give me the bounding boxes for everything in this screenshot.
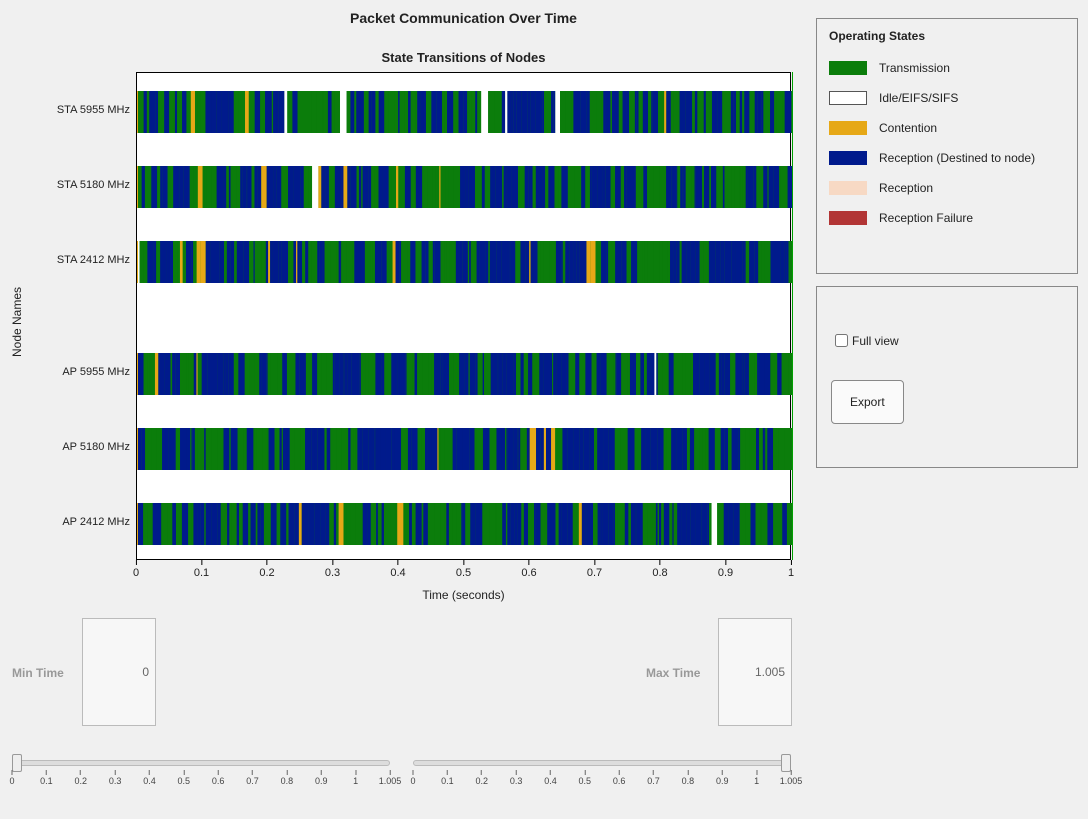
node-label: STA 5955 MHz [40, 104, 130, 116]
node-band[interactable] [137, 428, 792, 470]
x-tick: 0.1 [194, 560, 209, 579]
legend-item-label: Reception Failure [879, 211, 973, 225]
legend-swatch [829, 91, 867, 105]
full-view-label: Full view [852, 334, 899, 348]
slider-tick: 0.6 [212, 770, 225, 786]
x-tick: 0.9 [718, 560, 733, 579]
legend-item[interactable]: Reception (Destined to node) [829, 143, 1065, 173]
slider-tick: 0.1 [40, 770, 53, 786]
x-tick: 0.5 [456, 560, 471, 579]
slider-tick: 0.5 [178, 770, 191, 786]
plot-area[interactable] [136, 72, 791, 560]
x-tick: 1 [788, 560, 794, 579]
x-tick: 0.6 [521, 560, 536, 579]
node-label: STA 5180 MHz [40, 179, 130, 191]
node-band[interactable] [137, 91, 792, 133]
legend-item[interactable]: Idle/EIFS/SIFS [829, 83, 1065, 113]
node-label: STA 2412 MHz [40, 254, 130, 266]
node-label: AP 5180 MHz [40, 441, 130, 453]
slider-tick: 0.5 [579, 770, 592, 786]
node-band[interactable] [137, 241, 792, 283]
slider-tick: 0.6 [613, 770, 626, 786]
legend-item-label: Reception (Destined to node) [879, 151, 1035, 165]
legend-item[interactable]: Reception Failure [829, 203, 1065, 233]
legend-item-label: Reception [879, 181, 933, 195]
x-tick: 0.7 [587, 560, 602, 579]
legend-item-label: Transmission [879, 61, 950, 75]
legend-title: Operating States [829, 29, 1065, 43]
x-axis-label: Time (seconds) [136, 588, 791, 602]
legend-swatch [829, 151, 867, 165]
slider-tick: 0.9 [716, 770, 729, 786]
slider-tick: 0.4 [143, 770, 156, 786]
legend-item[interactable]: Reception [829, 173, 1065, 203]
node-band[interactable] [137, 166, 792, 208]
max-time-label: Max Time [646, 666, 700, 680]
slider-tick: 0.2 [74, 770, 87, 786]
chart-title: Packet Communication Over Time [136, 10, 791, 26]
min-time-slider[interactable] [12, 760, 390, 766]
slider-tick: 0.1 [441, 770, 454, 786]
legend-panel: Operating States Transmission Idle/EIFS/S… [816, 18, 1078, 274]
slider-tick: 1 [754, 770, 759, 786]
y-axis-label: Node Names [10, 287, 24, 357]
x-tick: 0.8 [652, 560, 667, 579]
legend-item[interactable]: Transmission [829, 53, 1065, 83]
x-tick: 0 [133, 560, 139, 579]
chart-subtitle: State Transitions of Nodes [136, 50, 791, 65]
slider-tick: 0.9 [315, 770, 328, 786]
slider-tick: 1.005 [379, 770, 402, 786]
full-view-checkbox[interactable] [835, 334, 848, 347]
node-label: AP 2412 MHz [40, 516, 130, 528]
slider-tick: 0.8 [682, 770, 695, 786]
slider-tick: 0.7 [647, 770, 660, 786]
slider-tick: 0.8 [281, 770, 294, 786]
slider-tick: 1 [353, 770, 358, 786]
slider-tick: 0.4 [544, 770, 557, 786]
controls-panel: Full view Export [816, 286, 1078, 468]
node-label: AP 5955 MHz [40, 366, 130, 378]
legend-swatch [829, 121, 867, 135]
plot-right-edge [792, 72, 793, 560]
legend-item[interactable]: Contention [829, 113, 1065, 143]
legend-item-label: Idle/EIFS/SIFS [879, 91, 958, 105]
legend-swatch [829, 211, 867, 225]
slider-tick: 0 [9, 770, 14, 786]
max-time-input[interactable]: 1.005 [718, 618, 792, 726]
x-tick: 0.2 [259, 560, 274, 579]
slider-tick: 0.2 [475, 770, 488, 786]
x-tick: 0.4 [390, 560, 405, 579]
slider-tick: 1.005 [780, 770, 803, 786]
legend-swatch [829, 181, 867, 195]
export-button[interactable]: Export [831, 380, 904, 424]
x-tick: 0.3 [325, 560, 340, 579]
legend-item-label: Contention [879, 121, 937, 135]
slider-tick: 0.7 [246, 770, 259, 786]
min-time-label: Min Time [12, 666, 64, 680]
full-view-checkbox-row[interactable]: Full view [831, 331, 1063, 350]
slider-tick: 0.3 [109, 770, 122, 786]
node-band[interactable] [137, 353, 792, 395]
slider-tick: 0.3 [510, 770, 523, 786]
min-time-input[interactable]: 0 [82, 618, 156, 726]
slider-tick: 0 [410, 770, 415, 786]
node-band[interactable] [137, 503, 792, 545]
legend-swatch [829, 61, 867, 75]
max-time-slider[interactable] [413, 760, 791, 766]
